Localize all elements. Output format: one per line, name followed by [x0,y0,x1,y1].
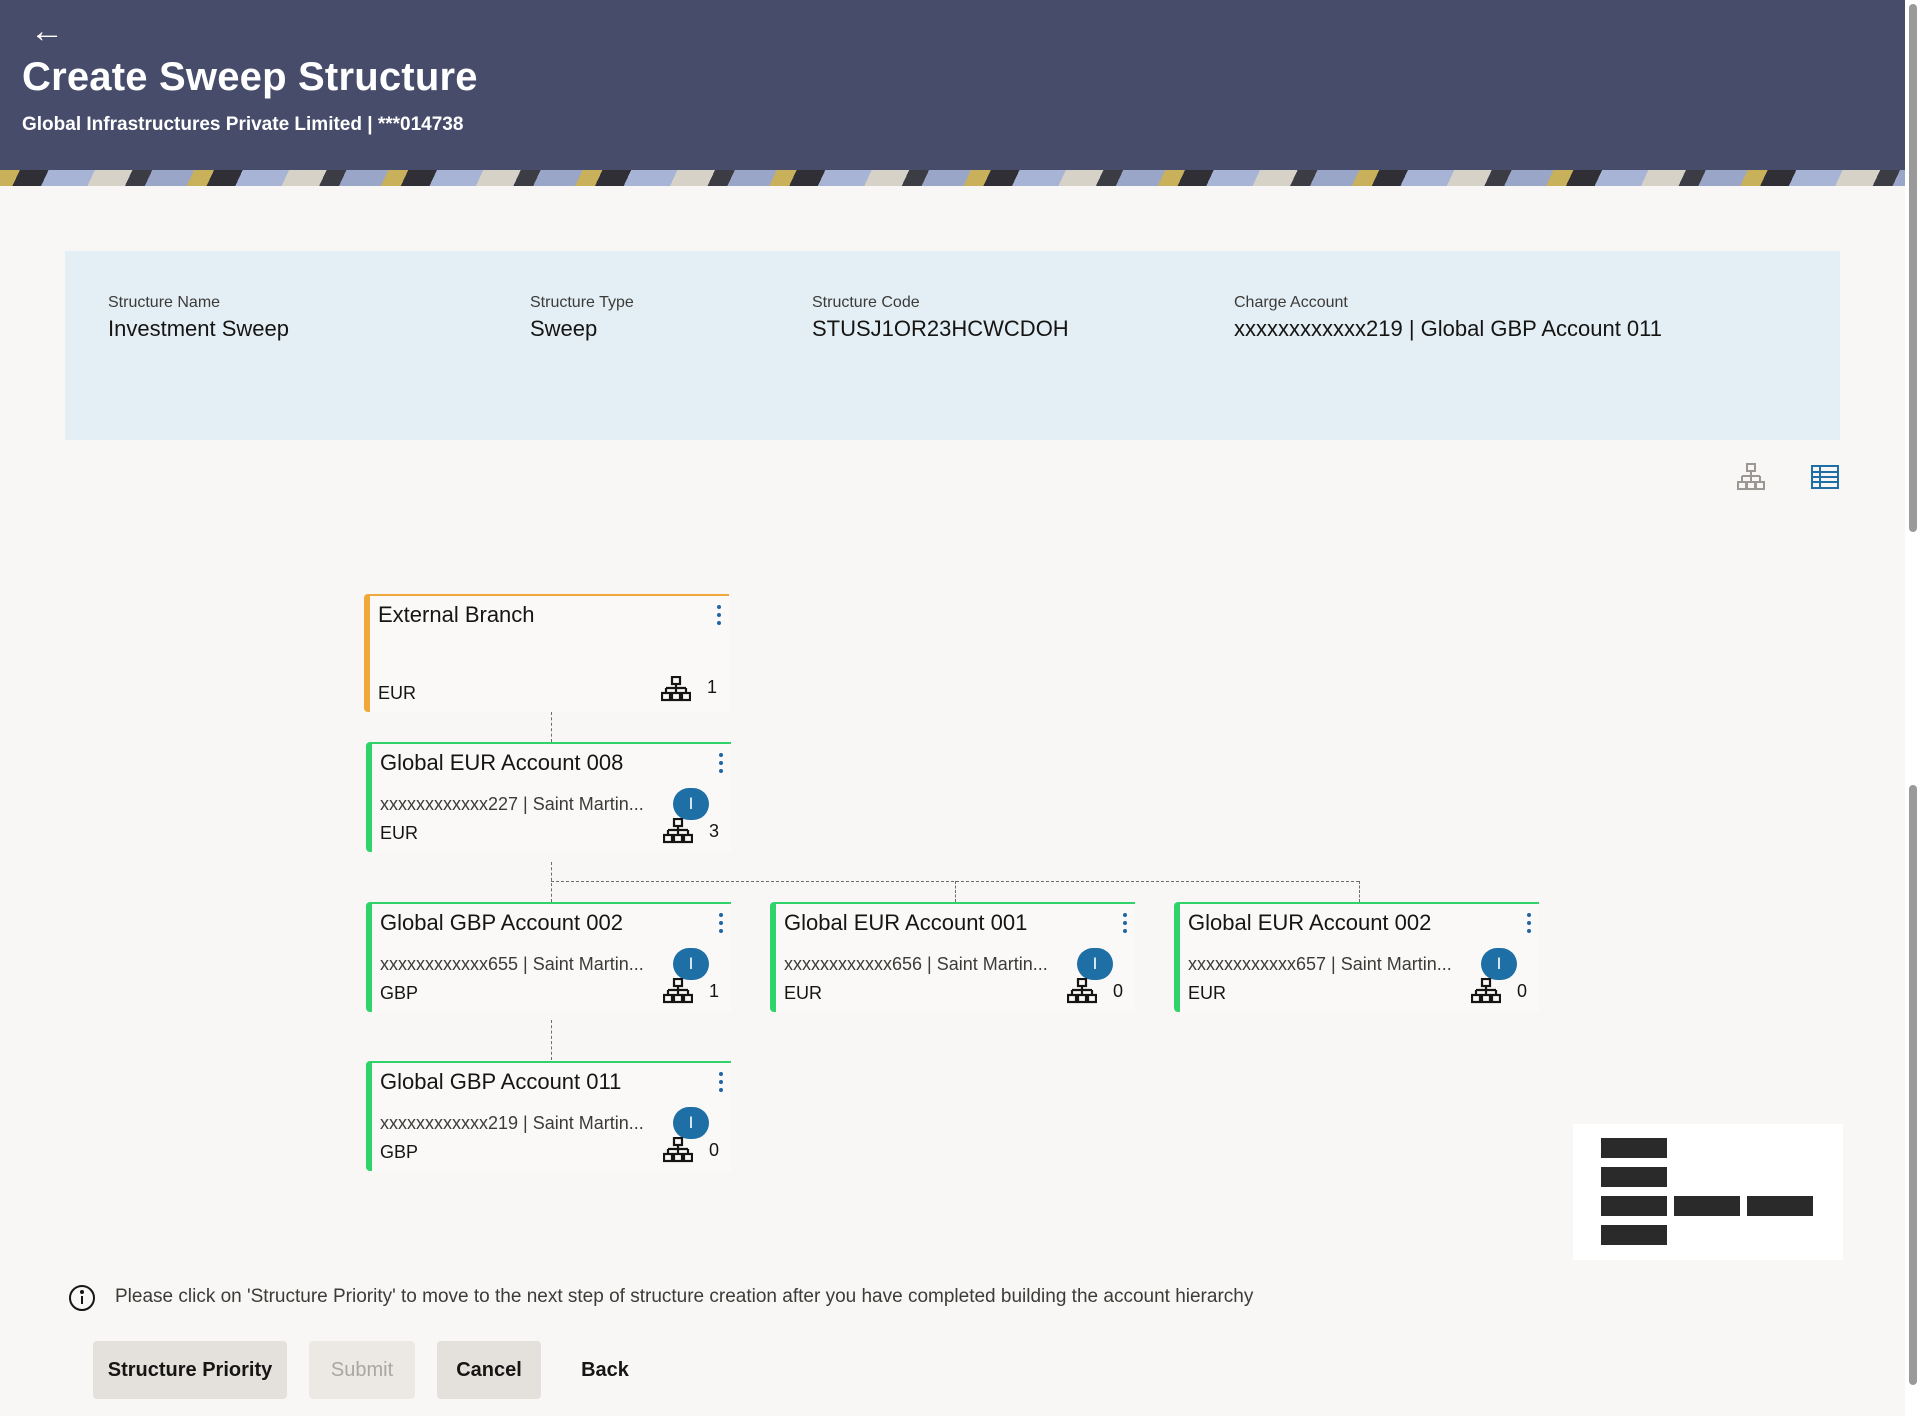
connector-gbp002-to-gbp011 [551,1020,552,1060]
minimap-node [1747,1196,1813,1216]
node-child-count: 0 [1112,981,1123,1001]
minimap-node [1674,1196,1740,1216]
connector-to-eur001 [955,881,956,902]
page-header: ← Create Sweep Structure Global Infrastr… [0,0,1905,186]
node-more-icon[interactable] [713,750,729,780]
child-accounts-icon[interactable] [662,977,694,1004]
node-currency: EUR [378,683,417,703]
structure-code-field: Structure Code STUSJ1OR23HCWCDOH [812,294,1069,342]
info-badge[interactable]: I [673,788,709,820]
tree-node-global-gbp-002[interactable]: Global GBP Account 002 xxxxxxxxxxxx655 |… [366,902,731,1012]
node-currency: EUR [784,983,823,1003]
node-child-count: 1 [706,677,717,697]
page-subtitle: Global Infrastructures Private Limited |… [22,114,464,135]
node-title: Global GBP Account 002 [380,910,623,935]
structure-type-value: Sweep [530,316,598,341]
structure-name-value: Investment Sweep [108,316,289,341]
tree-node-root[interactable]: External Branch EUR 1 [364,594,729,712]
submit-button[interactable]: Submit [309,1341,415,1399]
child-accounts-icon[interactable] [660,675,692,702]
tree-node-global-eur-002[interactable]: Global EUR Account 002 xxxxxxxxxxxx657 |… [1174,902,1539,1012]
node-currency: GBP [380,1142,419,1162]
child-accounts-icon[interactable] [1470,977,1502,1004]
tree-node-global-gbp-011[interactable]: Global GBP Account 011 xxxxxxxxxxxx219 |… [366,1061,731,1171]
minimap-node [1601,1138,1667,1158]
node-title: Global EUR Account 001 [784,910,1028,935]
structure-code-label: Structure Code [812,294,920,311]
node-more-icon[interactable] [713,1069,729,1099]
child-accounts-icon[interactable] [1066,977,1098,1004]
node-more-icon[interactable] [711,602,727,632]
info-badge[interactable]: I [1077,948,1113,980]
tree-minimap[interactable] [1573,1124,1843,1260]
scrollbar[interactable] [1905,0,1919,1416]
back-button[interactable]: Back [570,1341,640,1399]
node-child-count: 0 [1516,981,1527,1001]
scrollbar-thumb-secondary[interactable] [1909,785,1917,1385]
structure-summary-panel: Structure Name Investment Sweep Structur… [65,251,1840,440]
page-title: Create Sweep Structure [22,55,478,99]
header-decorative-band [0,170,1905,186]
info-circle-icon [68,1284,96,1312]
back-arrow-icon[interactable]: ← [30,14,64,48]
minimap-node [1601,1225,1667,1245]
hint-text: Please click on 'Structure Priority' to … [115,1286,1254,1307]
node-account: xxxxxxxxxxxx227 | Saint Martin... [380,794,644,814]
structure-type-label: Structure Type [530,294,634,311]
node-child-count: 0 [708,1140,719,1160]
child-accounts-icon[interactable] [662,817,694,844]
structure-type-field: Structure Type Sweep [530,294,634,342]
structure-name-field: Structure Name Investment Sweep [108,294,289,342]
node-child-count: 1 [708,981,719,1001]
node-more-icon[interactable] [1117,910,1133,940]
minimap-node [1601,1196,1667,1216]
node-currency: EUR [380,823,419,843]
node-account: xxxxxxxxxxxx657 | Saint Martin... [1188,954,1452,974]
connector-root-to-008 [551,712,552,742]
node-more-icon[interactable] [713,910,729,940]
charge-account-label: Charge Account [1234,294,1348,311]
structure-code-value: STUSJ1OR23HCWCDOH [812,316,1069,341]
info-badge[interactable]: I [1481,948,1517,980]
node-title: External Branch [378,602,535,627]
child-accounts-icon[interactable] [662,1136,694,1163]
cancel-button[interactable]: Cancel [437,1341,541,1399]
scrollbar-thumb[interactable] [1909,4,1917,532]
table-view-icon[interactable] [1810,462,1840,492]
node-account: xxxxxxxxxxxx656 | Saint Martin... [784,954,1048,974]
structure-priority-button[interactable]: Structure Priority [93,1341,287,1399]
charge-account-field: Charge Account xxxxxxxxxxxx219 | Global … [1234,294,1662,342]
minimap-node [1601,1167,1667,1187]
node-title: Global EUR Account 002 [1188,910,1432,935]
node-more-icon[interactable] [1521,910,1537,940]
node-currency: GBP [380,983,419,1003]
node-child-count: 3 [708,821,719,841]
node-currency: EUR [1188,983,1227,1003]
info-badge[interactable]: I [673,948,709,980]
tree-node-global-eur-001[interactable]: Global EUR Account 001 xxxxxxxxxxxx656 |… [770,902,1135,1012]
node-title: Global GBP Account 011 [380,1069,622,1094]
tree-node-global-eur-008[interactable]: Global EUR Account 008 xxxxxxxxxxxx227 |… [366,742,731,852]
connector-008-down [551,862,552,902]
hierarchy-view-icon[interactable] [1736,462,1766,492]
node-title: Global EUR Account 008 [380,750,624,775]
connector-to-eur002 [1359,881,1360,902]
info-badge[interactable]: I [673,1107,709,1139]
node-account: xxxxxxxxxxxx655 | Saint Martin... [380,954,644,974]
charge-account-value: xxxxxxxxxxxx219 | Global GBP Account 011 [1234,316,1662,341]
node-account: xxxxxxxxxxxx219 | Saint Martin... [380,1113,644,1133]
structure-name-label: Structure Name [108,294,221,311]
